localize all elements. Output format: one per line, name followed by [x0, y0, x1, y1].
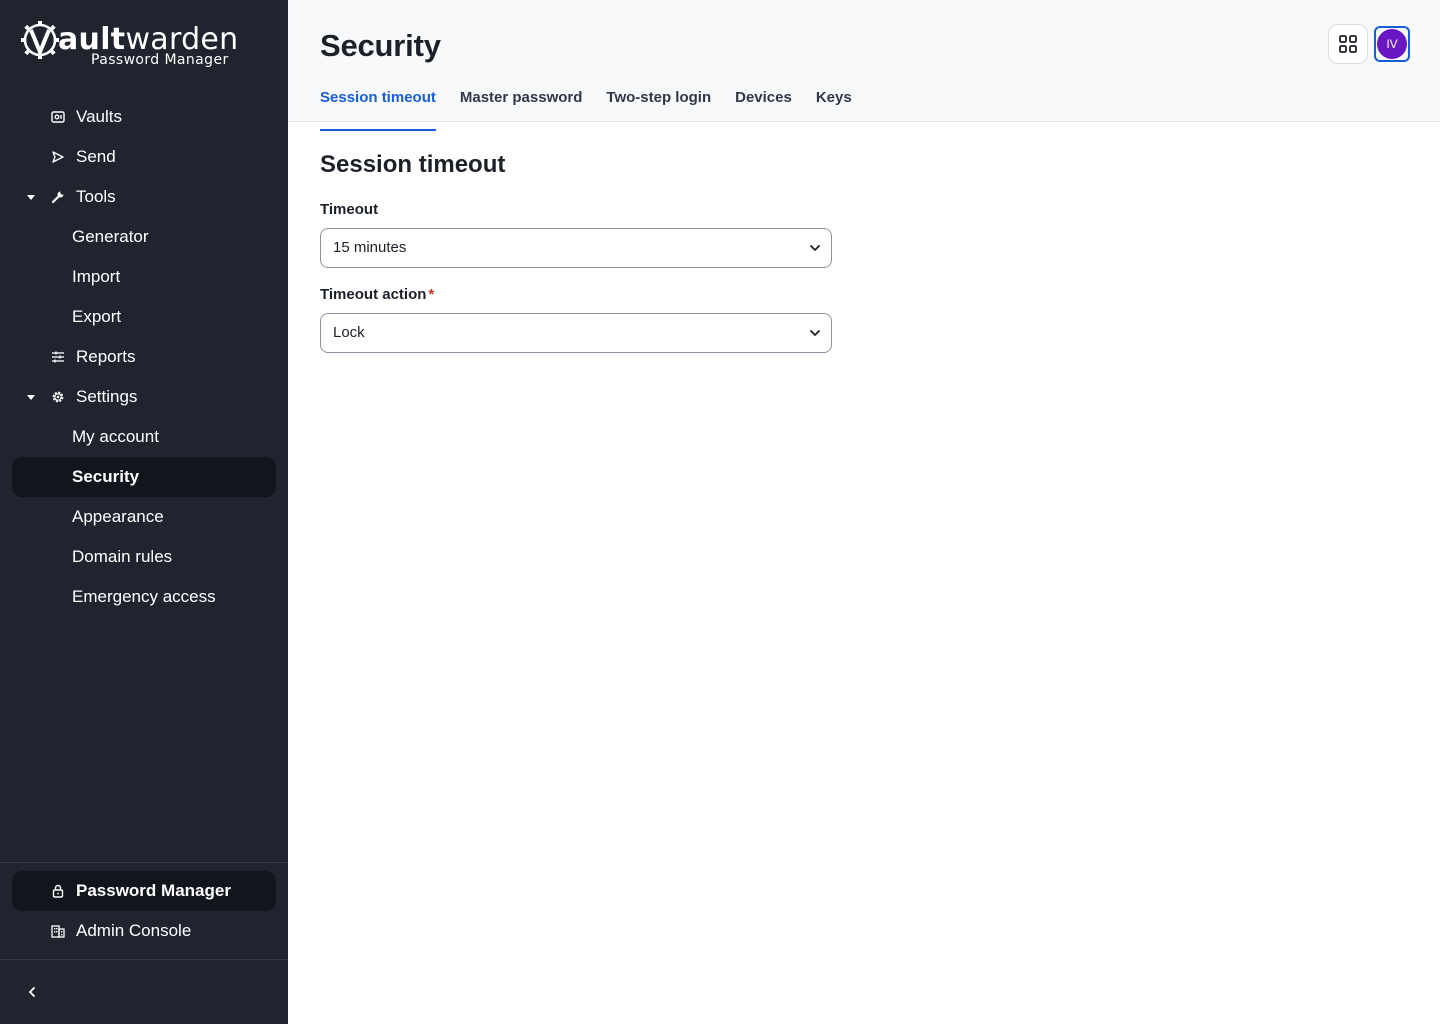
product-label: Admin Console — [76, 921, 192, 940]
wrench-icon — [51, 191, 64, 204]
sidebar-item-label: Security — [72, 467, 140, 486]
sidebar-item-appearance[interactable]: Appearance — [12, 497, 276, 537]
sidebar-nav: Vaults Send Tools Generator Import Expor… — [12, 97, 276, 617]
sidebar: aultwarden Password Manager Vaults Send … — [0, 0, 288, 1024]
tab-session-timeout[interactable]: Session timeout — [320, 84, 436, 131]
sidebar-item-label: Tools — [76, 187, 116, 206]
product-password-manager[interactable]: Password Manager — [12, 871, 276, 911]
tab-master-password[interactable]: Master password — [460, 84, 583, 122]
sidebar-item-security[interactable]: Security — [12, 457, 276, 497]
sidebar-item-label: Emergency access — [72, 587, 216, 606]
caret-down-icon[interactable] — [26, 192, 36, 202]
sidebar-item-settings[interactable]: Settings — [12, 377, 276, 417]
sidebar-item-tools[interactable]: Tools — [12, 177, 276, 217]
tab-keys[interactable]: Keys — [816, 84, 852, 122]
security-tabs: Session timeout Master password Two-step… — [320, 84, 876, 131]
sidebar-item-send[interactable]: Send — [12, 137, 276, 177]
chevron-down-icon — [810, 245, 820, 251]
sidebar-item-generator[interactable]: Generator — [12, 217, 276, 257]
sidebar-item-my-account[interactable]: My account — [12, 417, 276, 457]
product-switcher-button[interactable] — [1328, 24, 1368, 64]
timeout-action-label: Timeout action * — [320, 286, 435, 303]
chevron-left-icon — [29, 987, 35, 997]
vault-icon — [51, 111, 65, 123]
reports-icon — [52, 351, 64, 363]
tab-devices[interactable]: Devices — [735, 84, 792, 122]
timeout-select-value: 15 minutes — [333, 239, 407, 256]
sidebar-item-emergency-access[interactable]: Emergency access — [12, 577, 276, 617]
vaultwarden-logo[interactable]: aultwarden Password Manager — [20, 20, 238, 70]
building-icon — [51, 925, 65, 938]
product-switcher: Password Manager Admin Console — [12, 871, 276, 951]
brand-subtitle: Password Manager — [91, 52, 229, 68]
collapse-sidebar-button[interactable] — [20, 980, 44, 1004]
sidebar-item-label: Appearance — [72, 507, 164, 526]
sidebar-item-export[interactable]: Export — [12, 297, 276, 337]
chevron-down-icon — [810, 330, 820, 336]
send-icon — [52, 151, 64, 163]
sidebar-item-label: Vaults — [76, 107, 122, 126]
account-menu-button[interactable]: IV — [1374, 26, 1410, 62]
timeout-action-select-value: Lock — [333, 324, 365, 341]
grid-icon — [1339, 35, 1357, 53]
timeout-label: Timeout — [320, 201, 379, 218]
sidebar-item-label: Generator — [72, 227, 149, 246]
product-admin-console[interactable]: Admin Console — [12, 911, 276, 951]
sidebar-item-reports[interactable]: Reports — [12, 337, 276, 377]
sidebar-item-label: Settings — [76, 387, 138, 406]
page-header: Security Session timeout Master password… — [288, 0, 1440, 131]
lock-icon — [52, 884, 64, 898]
required-asterisk: * — [428, 286, 435, 303]
timeout-action-select[interactable]: Lock — [320, 313, 832, 353]
sidebar-item-vaults[interactable]: Vaults — [12, 97, 276, 137]
sidebar-item-label: Send — [76, 147, 116, 166]
sidebar-item-label: Domain rules — [72, 547, 173, 566]
sidebar-item-label: Import — [72, 267, 121, 286]
gear-icon — [52, 391, 64, 403]
sidebar-divider — [0, 959, 288, 960]
sidebar-item-label: Export — [72, 307, 122, 326]
sidebar-item-label: Reports — [76, 347, 136, 366]
vaultwarden-gear-logo-icon — [21, 21, 59, 59]
timeout-select[interactable]: 15 minutes — [320, 228, 832, 268]
tab-two-step-login[interactable]: Two-step login — [606, 84, 711, 122]
product-label: Password Manager — [76, 881, 231, 900]
sidebar-item-domain-rules[interactable]: Domain rules — [12, 537, 276, 577]
caret-down-icon[interactable] — [26, 392, 36, 402]
avatar: IV — [1377, 29, 1407, 59]
page-title: Security — [320, 28, 441, 63]
sidebar-divider — [0, 862, 288, 863]
sidebar-item-label: My account — [72, 427, 159, 446]
sidebar-item-import[interactable]: Import — [12, 257, 276, 297]
section-title: Session timeout — [320, 151, 506, 178]
